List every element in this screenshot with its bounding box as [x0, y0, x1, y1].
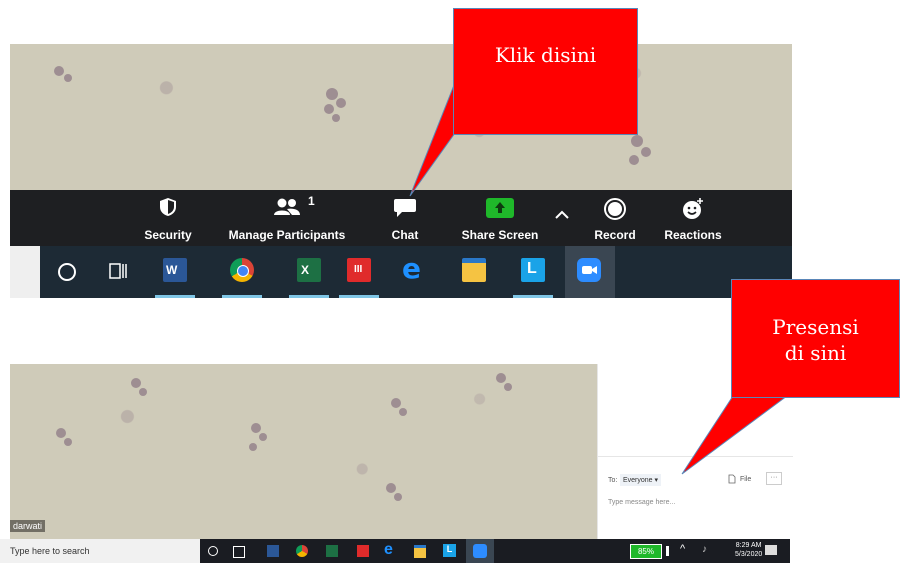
- edge-icon[interactable]: e: [402, 255, 426, 283]
- word-icon[interactable]: [267, 545, 279, 557]
- reactions-label: Reactions: [664, 228, 722, 242]
- app-red-icon[interactable]: III: [347, 258, 371, 282]
- shield-icon: [160, 198, 176, 216]
- app-red-icon[interactable]: [357, 545, 369, 557]
- zoom-icon: [473, 544, 487, 558]
- wallpaper-flower: [320, 84, 354, 132]
- chevron-up-icon[interactable]: ^: [680, 543, 685, 555]
- callout-presensi-line1: Presensi: [772, 315, 859, 339]
- wallpaper-flower: [385, 394, 419, 442]
- chat-to-label: To:: [608, 477, 618, 484]
- chrome-icon[interactable]: [296, 545, 308, 557]
- callout-presensi: Presensi di sini: [731, 279, 900, 398]
- cortana-icon[interactable]: [58, 263, 76, 281]
- wallpaper-flower: [490, 369, 524, 417]
- task-view-icon[interactable]: [233, 546, 245, 558]
- excel-icon[interactable]: X: [297, 258, 321, 282]
- cortana-icon[interactable]: [208, 546, 218, 556]
- search-placeholder: Type here to search: [10, 546, 90, 556]
- windows-taskbar-bottom: Type here to search e L 85% ^ ♪ 8:29 AM …: [0, 539, 790, 563]
- chat-bubble-icon: [394, 199, 416, 217]
- chat-label: Chat: [391, 228, 419, 242]
- record-icon: [604, 198, 626, 220]
- taskbar-search-input[interactable]: Type here to search: [0, 539, 200, 563]
- participants-label: Manage Participants: [228, 228, 346, 242]
- edge-icon[interactable]: e: [384, 541, 393, 559]
- zoom-taskbar-active[interactable]: [466, 539, 494, 563]
- chevron-up-icon: [555, 210, 569, 219]
- wallpaper-flower: [245, 419, 279, 467]
- callout-presensi-line2: di sini: [784, 341, 847, 365]
- notifications-icon[interactable]: [765, 545, 777, 555]
- windows-taskbar: W X III e L: [10, 246, 792, 298]
- participants-count: 1: [308, 194, 315, 208]
- task-view-icon[interactable]: [108, 261, 128, 281]
- manage-participants-button[interactable]: 1 Manage Participants: [222, 190, 352, 246]
- security-label: Security: [144, 228, 192, 242]
- clock-time: 8:29 AM: [735, 542, 762, 549]
- share-options-button[interactable]: [550, 190, 574, 246]
- file-explorer-icon[interactable]: [462, 258, 486, 282]
- wallpaper-flower: [380, 479, 414, 527]
- participants-icon: [274, 198, 300, 215]
- record-label: Record: [594, 228, 636, 242]
- record-button[interactable]: Record: [588, 190, 642, 246]
- word-icon[interactable]: W: [163, 258, 187, 282]
- app-l-icon[interactable]: L: [443, 544, 456, 557]
- wallpaper-flower: [50, 64, 84, 112]
- share-screen-label: Share Screen: [461, 228, 539, 242]
- battery-indicator[interactable]: 85%: [630, 544, 662, 559]
- chat-message-input[interactable]: Type message here...: [608, 499, 675, 506]
- participant-name-tag: darwati: [10, 520, 46, 532]
- wallpaper-flower: [50, 424, 84, 472]
- video-area-bottom: darwati: [10, 364, 597, 539]
- clock[interactable]: 8:29 AM 5/3/2020: [735, 541, 762, 559]
- smiley-icon: [683, 198, 703, 219]
- reactions-button[interactable]: Reactions: [660, 190, 726, 246]
- excel-icon[interactable]: [326, 545, 338, 557]
- search-box-edge: [10, 246, 40, 298]
- callout-klik-disini: Klik disini: [453, 8, 638, 135]
- network-icon[interactable]: ♪: [702, 544, 707, 555]
- file-explorer-icon[interactable]: [414, 545, 426, 558]
- clock-date: 5/3/2020: [735, 551, 763, 558]
- chrome-icon[interactable]: [230, 258, 254, 282]
- pen-icon[interactable]: [666, 546, 669, 556]
- zoom-icon[interactable]: [577, 258, 601, 282]
- security-button[interactable]: Security: [138, 190, 198, 246]
- share-screen-icon: [486, 198, 514, 218]
- chat-recipient-dropdown[interactable]: Everyone ▾: [620, 474, 662, 486]
- wallpaper-flower: [625, 129, 659, 177]
- wallpaper-flower: [125, 374, 159, 422]
- app-l-icon[interactable]: L: [521, 258, 545, 282]
